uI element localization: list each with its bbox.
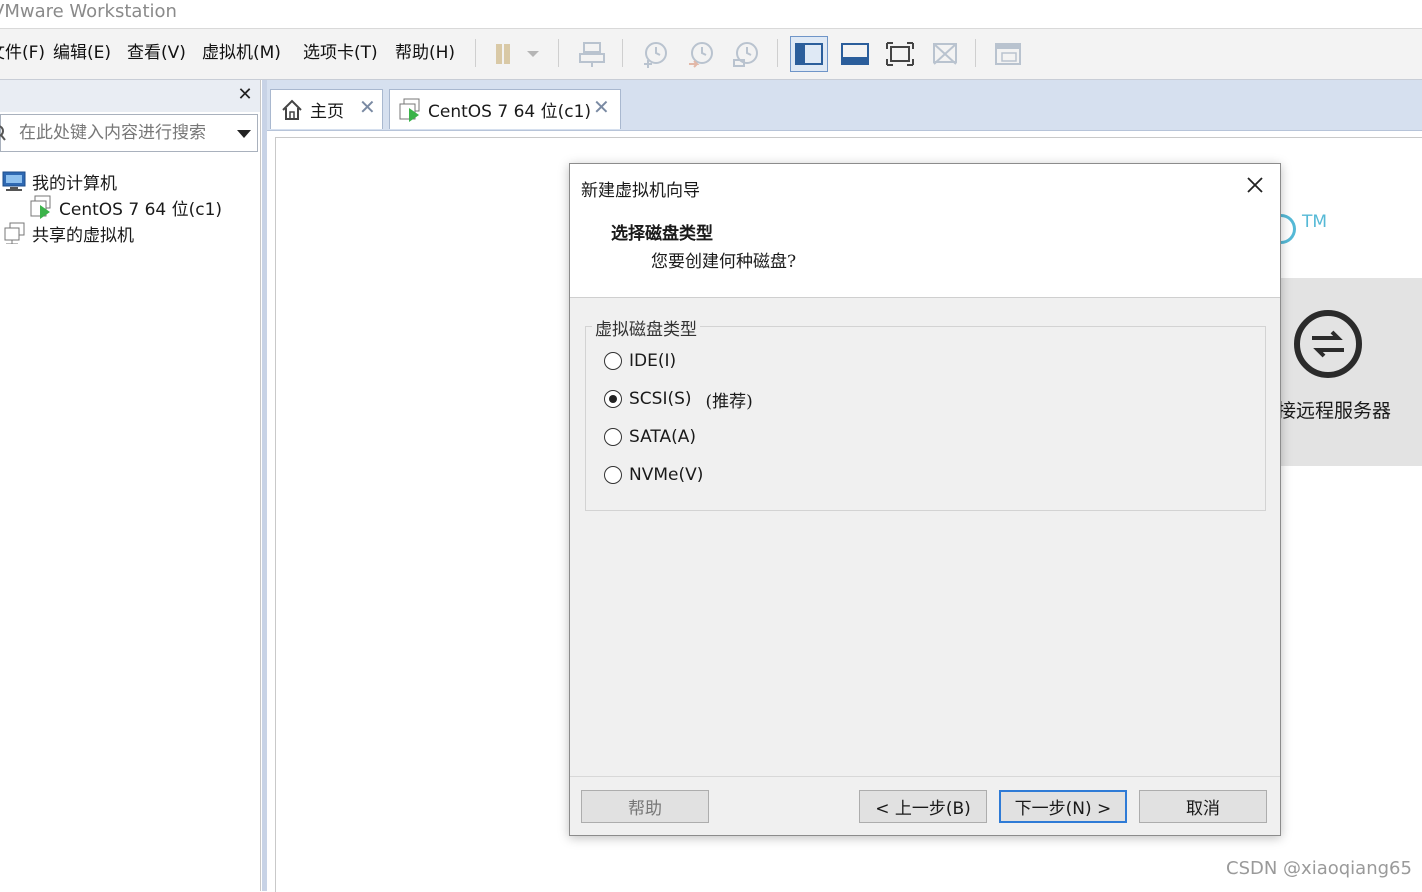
snapshot-icon[interactable] — [638, 37, 672, 71]
library-search — [0, 114, 258, 152]
library-panel: ✕ 我的计算机 CentOS 7 64 位(c1) 共享的虚拟机 — [0, 80, 261, 891]
footer-divider — [570, 776, 1280, 777]
panel-splitter[interactable] — [262, 80, 267, 891]
radio-button[interactable] — [604, 390, 622, 408]
tree-item-centos[interactable]: CentOS 7 64 位(c1) — [29, 194, 222, 220]
menu-view[interactable]: 查看(V) — [127, 41, 186, 65]
radio-button[interactable] — [604, 352, 622, 370]
search-icon — [0, 124, 9, 146]
connect-remote-server-tile[interactable]: 连接远程服务器 — [1258, 278, 1422, 466]
tab-strip: 主页 ✕ CentOS 7 64 位(c1) ✕ — [267, 80, 1422, 131]
tree-item-shared-vms[interactable]: 共享的虚拟机 — [4, 220, 134, 246]
title-bar: VMware Workstation — [0, 0, 1422, 29]
tab-label: CentOS 7 64 位(c1) — [428, 102, 592, 122]
toolbar-separator — [777, 39, 778, 67]
chevron-down-icon[interactable] — [518, 37, 548, 71]
radio-button[interactable] — [604, 466, 622, 484]
remote-server-icon — [1294, 310, 1362, 378]
help-button[interactable]: 帮助 — [581, 790, 709, 823]
close-icon[interactable] — [1244, 174, 1266, 196]
dialog-subheading: 您要创建何种磁盘? — [651, 252, 797, 272]
dialog-title: 新建虚拟机向导 — [581, 181, 700, 201]
search-dropdown-icon[interactable] — [237, 130, 251, 138]
trademark-mark: TM — [1302, 212, 1328, 232]
computer-icon — [2, 171, 26, 191]
show-library-icon[interactable] — [790, 36, 828, 72]
close-tab-icon[interactable]: ✕ — [359, 97, 376, 117]
close-icon[interactable]: ✕ — [236, 86, 254, 104]
tab-label: 主页 — [310, 102, 344, 122]
tree-item-my-computer[interactable]: 我的计算机 — [2, 168, 117, 194]
menu-toolbar: 文件(F) 编辑(E) 查看(V) 虚拟机(M) 选项卡(T) 帮助(H) — [0, 29, 1422, 80]
recommended-note: (推荐) — [705, 391, 753, 412]
vm-running-icon — [399, 98, 420, 122]
radio-button[interactable] — [604, 428, 622, 446]
menu-vm[interactable]: 虚拟机(M) — [202, 41, 281, 65]
full-screen-icon[interactable] — [883, 37, 917, 71]
menu-file[interactable]: 文件(F) — [0, 41, 45, 65]
library-header: ✕ — [0, 80, 260, 112]
app-title: VMware Workstation — [0, 1, 177, 22]
tree-item-label: 我的计算机 — [32, 173, 117, 194]
radio-scsi[interactable]: SCSI(S) (推荐) — [604, 386, 753, 412]
unity-icon[interactable] — [928, 37, 962, 71]
menu-help[interactable]: 帮助(H) — [395, 41, 455, 65]
toolbar-separator — [558, 39, 559, 67]
vm-running-icon — [30, 195, 51, 219]
toolbar-separator — [975, 39, 976, 67]
radio-sata[interactable]: SATA(A) — [604, 424, 696, 450]
new-vm-wizard-dialog: 新建虚拟机向导 选择磁盘类型 您要创建何种磁盘? 虚拟磁盘类型 IDE(I) S… — [569, 163, 1281, 836]
radio-ide[interactable]: IDE(I) — [604, 348, 676, 374]
group-label: 虚拟磁盘类型 — [592, 315, 700, 340]
radio-label: NVMe(V) — [629, 465, 704, 485]
menu-edit[interactable]: 编辑(E) — [53, 41, 111, 65]
tree-item-label: CentOS 7 64 位(c1) — [59, 199, 223, 220]
tree-item-label: 共享的虚拟机 — [32, 225, 134, 246]
back-button[interactable]: < 上一步(B) — [859, 790, 987, 823]
tab-home[interactable]: 主页 ✕ — [270, 89, 383, 129]
snapshot-manager-icon[interactable] — [729, 37, 763, 71]
revert-snapshot-icon[interactable] — [684, 37, 718, 71]
watermark: CSDN @xiaoqiang65 — [1226, 858, 1412, 879]
search-input[interactable] — [19, 121, 219, 145]
cancel-button[interactable]: 取消 — [1139, 790, 1267, 823]
tab-centos[interactable]: CentOS 7 64 位(c1) ✕ — [389, 89, 621, 129]
radio-label: IDE(I) — [629, 351, 677, 371]
thumbnail-bar-icon[interactable] — [838, 37, 872, 71]
pause-icon[interactable] — [486, 37, 520, 71]
close-tab-icon[interactable]: ✕ — [593, 97, 610, 117]
radio-label: SCSI(S) — [629, 389, 692, 409]
send-keys-icon[interactable] — [575, 37, 609, 71]
next-button[interactable]: 下一步(N) > — [999, 790, 1127, 823]
menu-tabs[interactable]: 选项卡(T) — [303, 41, 378, 65]
toolbar-separator — [475, 39, 476, 67]
dialog-header: 新建虚拟机向导 选择磁盘类型 您要创建何种磁盘? — [570, 164, 1280, 298]
home-icon — [282, 99, 302, 120]
radio-nvme[interactable]: NVMe(V) — [604, 462, 703, 488]
console-view-icon[interactable] — [991, 37, 1025, 71]
toolbar-separator — [622, 39, 623, 67]
dialog-heading: 选择磁盘类型 — [611, 224, 713, 244]
shared-vms-icon — [4, 222, 25, 244]
radio-label: SATA(A) — [629, 427, 697, 447]
